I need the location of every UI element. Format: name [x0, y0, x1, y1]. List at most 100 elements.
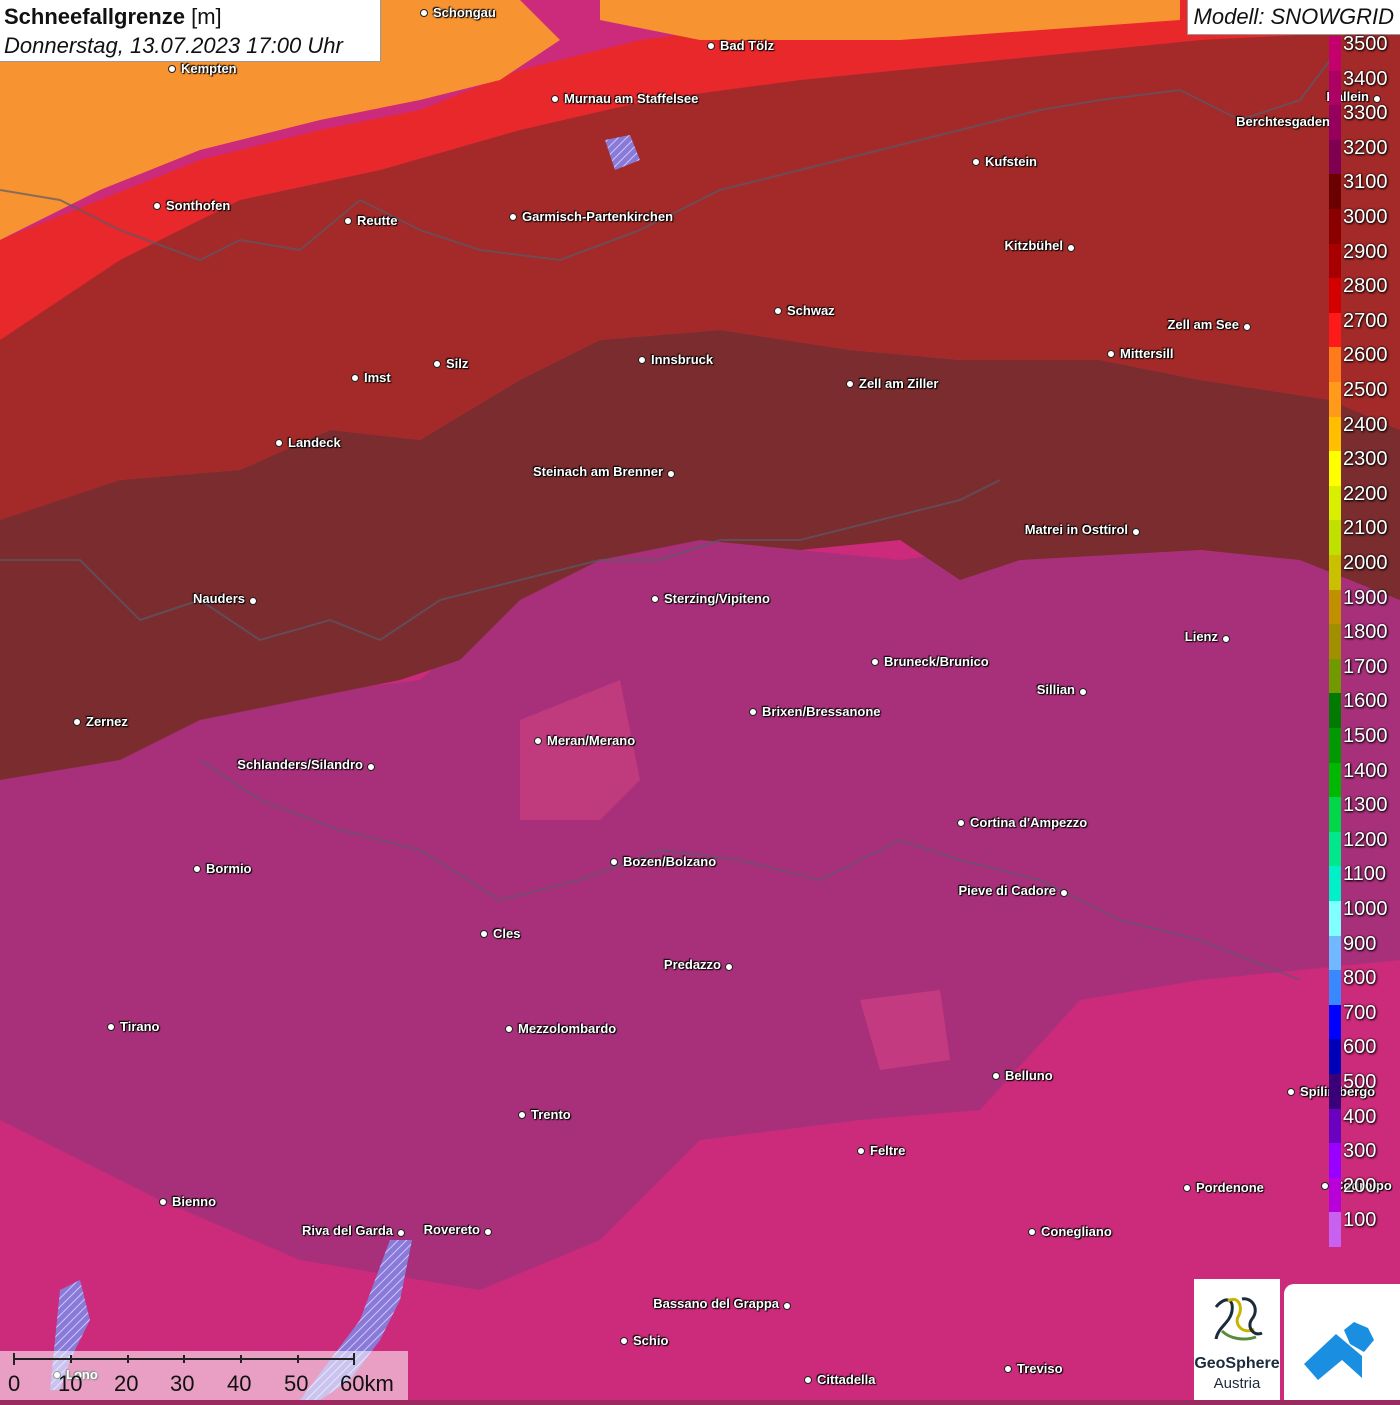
legend-swatch-2200: [1329, 485, 1341, 521]
city-marker[interactable]: [725, 963, 733, 971]
city-marker[interactable]: [1028, 1228, 1036, 1236]
city-marker[interactable]: [397, 1229, 405, 1237]
city-label: Mezzolombardo: [518, 1021, 617, 1036]
city-marker[interactable]: [73, 718, 81, 726]
city-marker[interactable]: [153, 202, 161, 210]
legend-label-600: 600: [1343, 1036, 1377, 1059]
city-marker[interactable]: [367, 763, 375, 771]
city-marker[interactable]: [344, 217, 352, 225]
title-bold: Schneefallgrenze: [4, 4, 185, 29]
city-label: Trento: [531, 1107, 571, 1122]
city-marker[interactable]: [774, 307, 782, 315]
legend-swatch-500: [1329, 1074, 1341, 1109]
legend-label-1000: 1000: [1343, 898, 1388, 920]
city-label: Zell am Ziller: [859, 376, 939, 391]
city-marker[interactable]: [1243, 323, 1251, 331]
city-label: Kempten: [181, 61, 237, 76]
legend-label-400: 400: [1343, 1105, 1377, 1128]
city-marker[interactable]: [992, 1072, 1000, 1080]
city-marker[interactable]: [1287, 1088, 1295, 1096]
legend-label-3500: 3500: [1343, 33, 1388, 55]
city-marker[interactable]: [1060, 889, 1068, 897]
city-marker[interactable]: [610, 858, 618, 866]
city-marker[interactable]: [420, 9, 428, 17]
weather-app-logo[interactable]: [1284, 1284, 1400, 1400]
city-marker[interactable]: [620, 1337, 628, 1345]
city-marker[interactable]: [1079, 688, 1087, 696]
city-marker[interactable]: [972, 158, 980, 166]
city-marker[interactable]: [857, 1147, 865, 1155]
legend-label-3400: 3400: [1343, 67, 1388, 90]
city-label: Garmisch-Partenkirchen: [522, 209, 674, 224]
city-label: Zell am See: [1167, 317, 1239, 332]
city-marker[interactable]: [509, 213, 517, 221]
city-marker[interactable]: [480, 930, 488, 938]
city-marker[interactable]: [783, 1302, 791, 1310]
city-label: Lienz: [1184, 629, 1218, 644]
city-marker[interactable]: [107, 1023, 115, 1031]
geosphere-logo[interactable]: GeoSphere Austria: [1194, 1279, 1280, 1400]
city-marker[interactable]: [957, 819, 965, 827]
city-marker[interactable]: [433, 360, 441, 368]
legend-swatch-2100: [1329, 520, 1341, 555]
city-label: Rovereto: [423, 1222, 480, 1237]
scale-tick-label: 30: [170, 1371, 195, 1396]
city-label: Tirano: [120, 1019, 160, 1034]
legend-swatch-1800: [1329, 624, 1341, 659]
legend-swatch-3200: [1329, 139, 1341, 175]
legend-label-200: 200: [1343, 1174, 1377, 1197]
city-label: Bormio: [206, 861, 252, 876]
city-marker[interactable]: [1222, 635, 1230, 643]
city-marker[interactable]: [1321, 1182, 1329, 1190]
city-label: Nauders: [192, 591, 245, 606]
logo-line2: Austria: [1213, 1375, 1261, 1392]
city-label: Bassano del Grappa: [653, 1296, 779, 1311]
city-marker[interactable]: [871, 658, 879, 666]
city-label: Silz: [446, 356, 469, 371]
city-marker[interactable]: [1067, 244, 1075, 252]
app-arrow-icon: [1304, 1322, 1374, 1380]
legend-label-3300: 3300: [1343, 102, 1388, 125]
city-marker[interactable]: [651, 595, 659, 603]
city-marker[interactable]: [534, 737, 542, 745]
scale-tick-label: 60km: [340, 1371, 394, 1396]
city-marker[interactable]: [749, 708, 757, 716]
city-marker[interactable]: [1004, 1365, 1012, 1373]
city-label: Cittadella: [817, 1372, 876, 1387]
city-marker[interactable]: [351, 374, 359, 382]
city-marker[interactable]: [168, 65, 176, 73]
city-marker[interactable]: [193, 865, 201, 873]
legend-label-2000: 2000: [1343, 552, 1388, 574]
legend-label-1300: 1300: [1343, 794, 1388, 817]
city-marker[interactable]: [667, 470, 675, 478]
legend-label-2200: 2200: [1343, 482, 1388, 505]
legend-label-2300: 2300: [1343, 448, 1388, 471]
city-marker[interactable]: [1132, 528, 1140, 536]
city-marker[interactable]: [505, 1025, 513, 1033]
city-marker[interactable]: [846, 380, 854, 388]
city-label: Kufstein: [985, 154, 1037, 169]
city-label: Treviso: [1017, 1361, 1063, 1376]
scale-tick-label: 40: [227, 1371, 252, 1396]
city-marker[interactable]: [159, 1198, 167, 1206]
legend-swatch-3100: [1329, 174, 1341, 209]
city-marker[interactable]: [804, 1376, 812, 1384]
geosphere-emblem-icon: [1214, 1297, 1263, 1341]
legend-swatch-600: [1329, 1039, 1341, 1074]
city-marker[interactable]: [1107, 350, 1115, 358]
city-marker[interactable]: [275, 439, 283, 447]
city-marker[interactable]: [638, 356, 646, 364]
city-marker[interactable]: [551, 95, 559, 103]
legend-label-1700: 1700: [1343, 655, 1388, 678]
city-marker[interactable]: [518, 1111, 526, 1119]
scale-tick-label: 10: [58, 1371, 83, 1396]
city-marker[interactable]: [707, 42, 715, 50]
city-marker[interactable]: [1183, 1184, 1191, 1192]
city-label: Mittersill: [1120, 346, 1174, 361]
city-marker[interactable]: [249, 597, 257, 605]
city-marker[interactable]: [484, 1228, 492, 1236]
legend-swatch-1400: [1329, 762, 1341, 798]
legend-swatch-2500: [1329, 382, 1341, 417]
legend-label-300: 300: [1343, 1140, 1377, 1163]
scale-tick-label: 0: [8, 1371, 21, 1396]
